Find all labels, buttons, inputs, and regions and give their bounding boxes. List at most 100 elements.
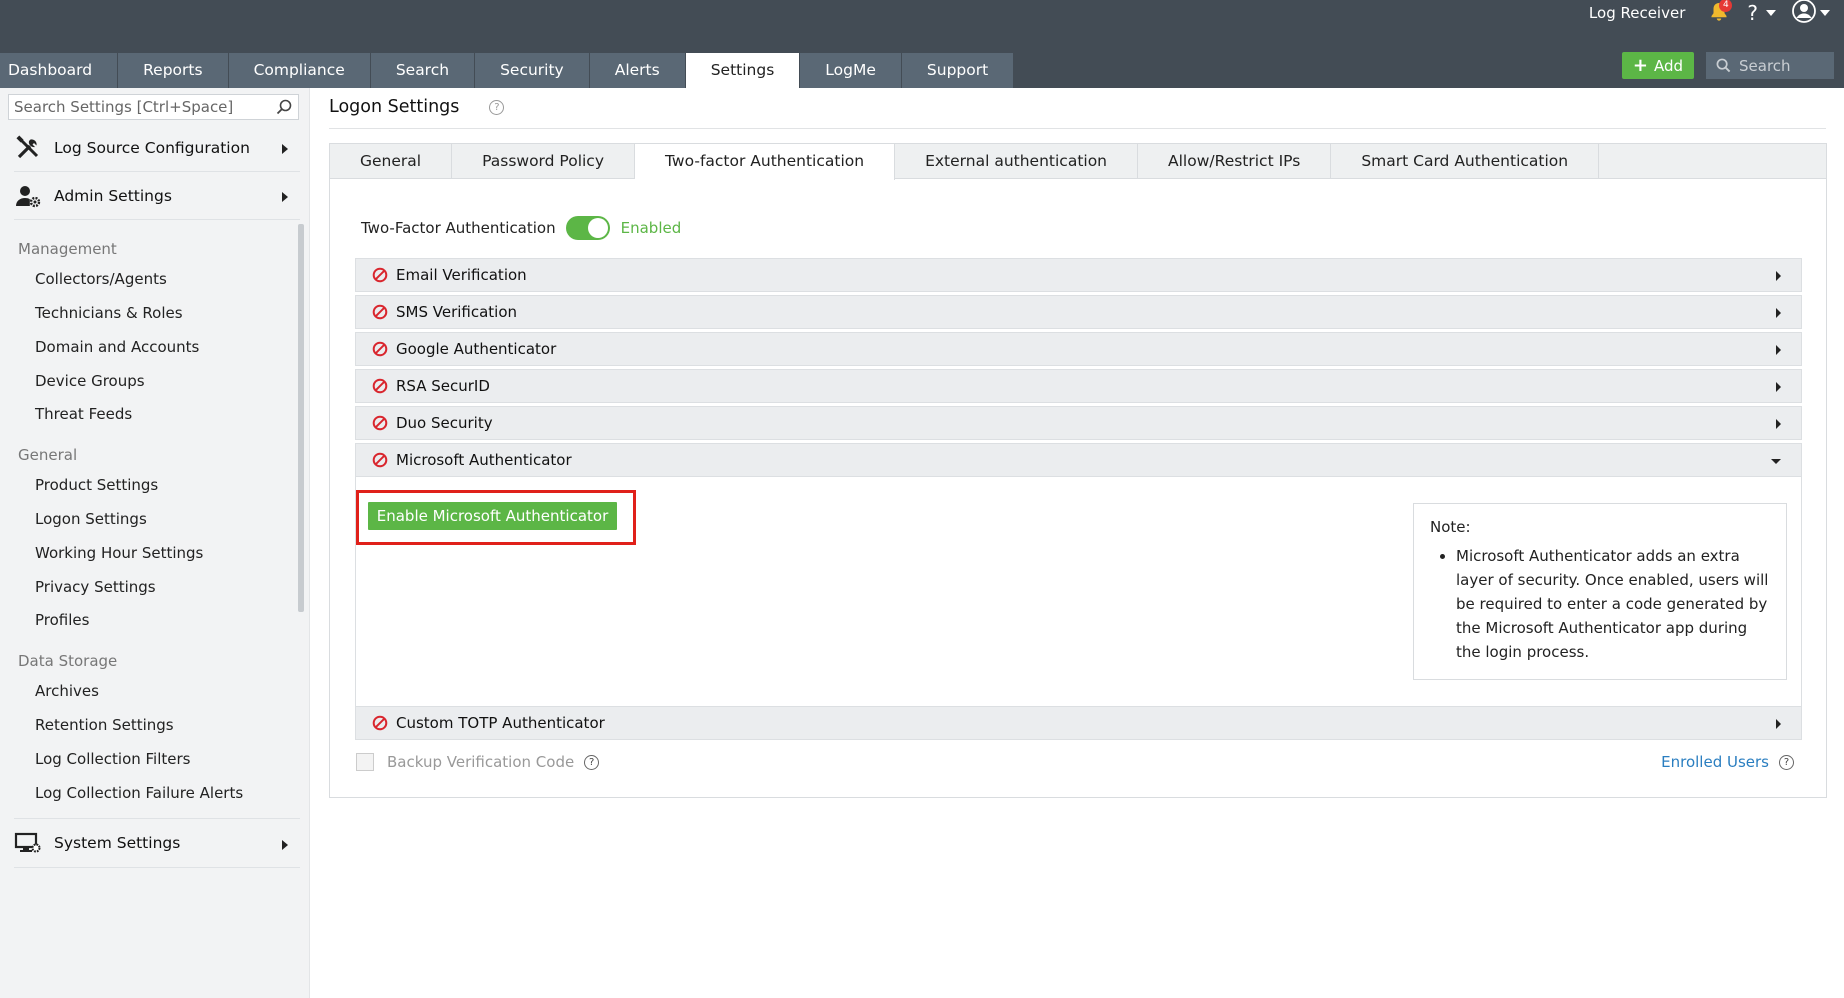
global-search-input[interactable]: Search xyxy=(1706,52,1834,79)
subtab-password-policy[interactable]: Password Policy xyxy=(452,144,636,179)
accordion-microsoft-authenticator[interactable]: Microsoft Authenticator xyxy=(355,443,1802,477)
enrolled-users-link[interactable]: Enrolled Users ? xyxy=(1661,753,1794,771)
tab-support[interactable]: Support xyxy=(901,53,1015,88)
two-factor-status: Enabled xyxy=(620,219,682,237)
accordion-label: Microsoft Authenticator xyxy=(396,451,572,469)
sidebar-section-system[interactable]: System Settings xyxy=(14,818,300,868)
title-divider xyxy=(329,128,1826,129)
accordion-sms-verification[interactable]: SMS Verification xyxy=(355,295,1802,329)
sidebar-item-log-collection-failure-alerts[interactable]: Log Collection Failure Alerts xyxy=(35,784,243,802)
header-utilities: Log Receiver 4 ? xyxy=(1589,0,1830,26)
user-menu[interactable] xyxy=(1792,0,1830,27)
subtab-external-authentication[interactable]: External authentication xyxy=(895,144,1139,179)
accordion-label: RSA SecurID xyxy=(396,377,490,395)
sidebar-item-log-collection-filters[interactable]: Log Collection Filters xyxy=(35,750,191,768)
admin-user-gear-icon xyxy=(14,182,42,210)
main-nav-tabs: Dashboard Reports Compliance Search Secu… xyxy=(0,53,1015,88)
accordion-label: Custom TOTP Authenticator xyxy=(396,714,605,732)
tab-security[interactable]: Security xyxy=(475,53,590,88)
chevron-down-icon xyxy=(1820,10,1830,16)
search-icon xyxy=(1716,58,1731,73)
sidebar-scrollbar[interactable] xyxy=(298,224,304,612)
notification-count-badge: 4 xyxy=(1719,0,1733,12)
page-title: Logon Settings ? xyxy=(329,97,505,117)
sidebar-item-privacy-settings[interactable]: Privacy Settings xyxy=(35,578,156,596)
log-receiver-link[interactable]: Log Receiver xyxy=(1589,4,1685,22)
help-menu[interactable]: ? xyxy=(1747,1,1776,25)
sidebar-item-product-settings[interactable]: Product Settings xyxy=(35,476,158,494)
group-heading-data-storage: Data Storage xyxy=(18,652,118,670)
tab-dashboard[interactable]: Dashboard xyxy=(0,53,119,88)
backup-verification-checkbox[interactable] xyxy=(356,753,374,771)
help-circle-icon[interactable]: ? xyxy=(584,754,600,770)
accordion-label: Duo Security xyxy=(396,414,493,432)
settings-search-input[interactable]: Search Settings [Ctrl+Space] xyxy=(8,94,299,120)
sidebar-item-archives[interactable]: Archives xyxy=(35,682,99,700)
two-factor-toggle-row: Two-Factor Authentication Enabled xyxy=(361,216,681,240)
chevron-right-icon xyxy=(1776,308,1781,318)
add-button[interactable]: + Add xyxy=(1622,52,1694,79)
tab-logme[interactable]: LogMe xyxy=(800,53,902,88)
chevron-right-icon xyxy=(282,192,288,202)
sidebar-item-domain-accounts[interactable]: Domain and Accounts xyxy=(35,338,199,356)
sidebar-item-collectors-agents[interactable]: Collectors/Agents xyxy=(35,270,167,288)
group-heading-management: Management xyxy=(18,240,117,258)
enable-microsoft-authenticator-button[interactable]: Enable Microsoft Authenticator xyxy=(368,502,617,530)
backup-verification-row: Backup Verification Code ? xyxy=(356,753,600,771)
subtab-general[interactable]: General xyxy=(330,144,453,179)
monitor-gear-icon xyxy=(14,829,42,857)
note-box: Note: Microsoft Authenticator adds an ex… xyxy=(1413,503,1787,680)
chevron-right-icon xyxy=(282,840,288,850)
sidebar-section-admin[interactable]: Admin Settings xyxy=(14,172,300,220)
chevron-right-icon xyxy=(1776,419,1781,429)
two-factor-label: Two-Factor Authentication xyxy=(361,219,556,237)
chevron-down-icon xyxy=(1771,459,1781,464)
accordion-google-authenticator[interactable]: Google Authenticator xyxy=(355,332,1802,366)
sidebar-item-logon-settings[interactable]: Logon Settings xyxy=(35,510,147,528)
tab-alerts[interactable]: Alerts xyxy=(589,53,686,88)
subtab-two-factor-authentication[interactable]: Two-factor Authentication xyxy=(635,144,896,180)
help-circle-icon[interactable]: ? xyxy=(1779,754,1794,770)
tab-reports[interactable]: Reports xyxy=(118,53,229,88)
subtab-smart-card-authentication[interactable]: Smart Card Authentication xyxy=(1331,144,1600,179)
accordion-label: Google Authenticator xyxy=(396,340,557,358)
sidebar-section-label: Log Source Configuration xyxy=(54,138,250,157)
subtab-allow-restrict-ips[interactable]: Allow/Restrict IPs xyxy=(1138,144,1332,179)
accordion-duo-security[interactable]: Duo Security xyxy=(355,406,1802,440)
backup-verification-label: Backup Verification Code xyxy=(387,753,575,771)
sidebar-section-label: Admin Settings xyxy=(54,186,172,205)
disabled-ban-icon xyxy=(372,341,388,357)
two-factor-toggle[interactable] xyxy=(565,216,610,240)
chevron-right-icon xyxy=(1776,719,1781,729)
toggle-knob xyxy=(587,218,608,238)
top-header: Log Receiver 4 ? Dashboard Reports Compl… xyxy=(0,0,1844,88)
global-search-placeholder: Search xyxy=(1739,56,1791,75)
sidebar-section-log-source[interactable]: Log Source Configuration xyxy=(14,124,300,172)
plus-icon: + xyxy=(1632,54,1649,76)
note-item: Microsoft Authenticator adds an extra la… xyxy=(1456,544,1770,664)
disabled-ban-icon xyxy=(372,452,388,468)
sidebar-item-technicians-roles[interactable]: Technicians & Roles xyxy=(35,304,183,322)
settings-search-placeholder: Search Settings [Ctrl+Space] xyxy=(14,98,234,116)
note-list: Microsoft Authenticator adds an extra la… xyxy=(1430,544,1770,664)
accordion-custom-totp-authenticator[interactable]: Custom TOTP Authenticator xyxy=(355,706,1802,740)
accordion-rsa-securid[interactable]: RSA SecurID xyxy=(355,369,1802,403)
tab-search[interactable]: Search xyxy=(370,53,476,88)
tab-compliance[interactable]: Compliance xyxy=(228,53,371,88)
disabled-ban-icon xyxy=(372,267,388,283)
sidebar-item-working-hour-settings[interactable]: Working Hour Settings xyxy=(35,544,203,562)
sidebar-item-profiles[interactable]: Profiles xyxy=(35,611,89,629)
notification-bell-icon[interactable]: 4 xyxy=(1709,0,1733,25)
user-avatar-icon xyxy=(1792,0,1816,27)
note-title: Note: xyxy=(1430,518,1471,536)
sidebar-item-device-groups[interactable]: Device Groups xyxy=(35,372,145,390)
page-title-text: Logon Settings xyxy=(329,97,460,117)
accordion-email-verification[interactable]: Email Verification xyxy=(355,258,1802,292)
sidebar-item-retention-settings[interactable]: Retention Settings xyxy=(35,716,174,734)
sidebar-item-threat-feeds[interactable]: Threat Feeds xyxy=(35,405,132,423)
disabled-ban-icon xyxy=(372,378,388,394)
tab-settings[interactable]: Settings xyxy=(685,53,801,88)
chevron-right-icon xyxy=(1776,271,1781,281)
accordion-label: SMS Verification xyxy=(396,303,518,321)
help-circle-icon[interactable]: ? xyxy=(489,99,505,115)
